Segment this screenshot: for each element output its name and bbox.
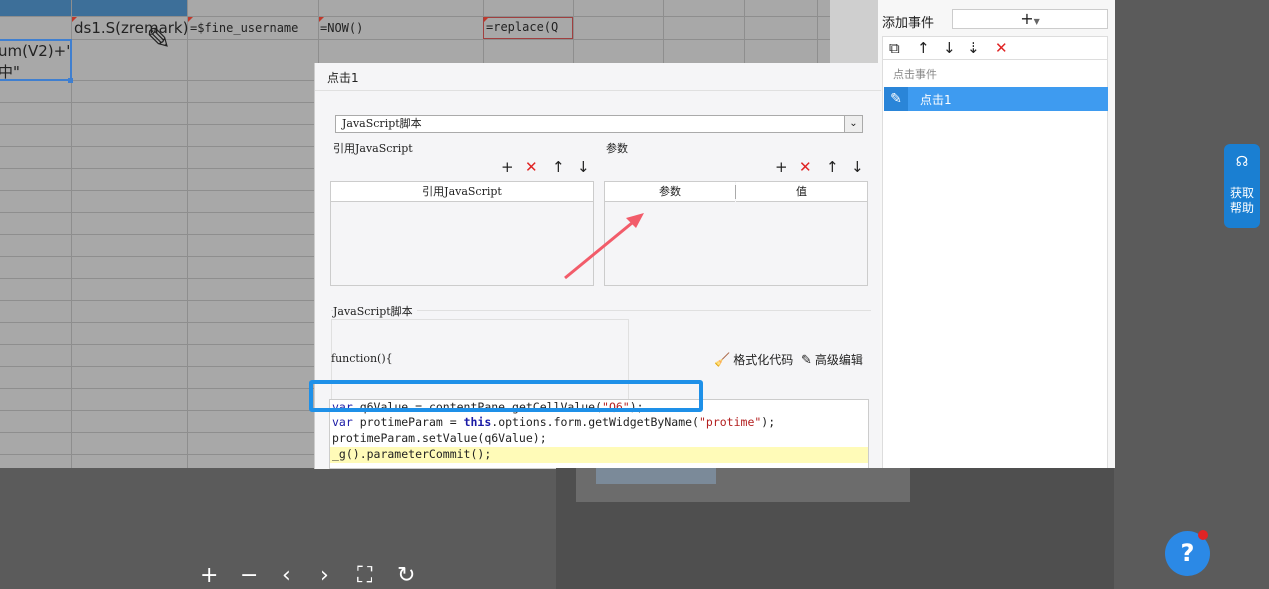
fit-screen-icon[interactable]: ⛶	[357, 565, 372, 587]
add-icon[interactable]: +	[775, 160, 788, 175]
headset-icon: ☊	[1235, 154, 1249, 170]
arrow-up-icon[interactable]: ↑	[917, 39, 930, 57]
move-bottom-icon[interactable]: ⇣	[967, 39, 980, 57]
arrow-down-icon[interactable]: ↓	[943, 39, 956, 57]
arrow-up-icon[interactable]: ↑	[552, 160, 565, 175]
ref-js-column-header: 引用JavaScript	[331, 182, 593, 202]
divider	[315, 90, 881, 91]
add-event-button[interactable]: +▼	[952, 9, 1108, 29]
edit-icon: ✎	[801, 353, 812, 368]
cell-now[interactable]: =NOW()	[320, 21, 363, 35]
event-item-label: 点击1	[920, 93, 952, 107]
get-help-button[interactable]: ☊ 获取帮助	[1224, 144, 1260, 228]
event-type-value: JavaScript脚本	[342, 117, 422, 130]
arrow-down-icon[interactable]: ↓	[577, 160, 590, 175]
notification-dot	[1198, 530, 1208, 540]
delete-icon[interactable]: ✕	[799, 160, 812, 175]
advanced-edit-button[interactable]: ✎ 高级编辑	[801, 351, 863, 368]
broom-icon: 🧹	[714, 353, 731, 368]
copy-icon[interactable]: ⧉	[889, 39, 900, 57]
dialog-title: 点击1	[327, 71, 359, 85]
add-icon[interactable]: +	[501, 160, 514, 175]
chevron-down-icon[interactable]: ⌄	[844, 116, 862, 132]
param-column-header: 参数	[605, 182, 735, 202]
grid-line	[0, 39, 830, 40]
ref-js-section-label: 引用JavaScript	[333, 142, 413, 155]
event-panel: 添加事件 +▼ ⧉ ↑ ↓ ⇣ ✕ 点击事件 ✎ 点击1	[878, 0, 1115, 468]
cell-ds1-remark[interactable]: ds1.S(zremark)	[74, 19, 188, 37]
arrow-down-icon[interactable]: ↓	[851, 160, 864, 175]
arrow-up-icon[interactable]: ↑	[826, 160, 839, 175]
event-panel-title: 添加事件	[882, 16, 935, 31]
sheet-column-header-rest	[188, 0, 830, 16]
code-line-current: _g().parameterCommit();	[330, 447, 868, 463]
js-section-label: JavaScript脚本	[333, 303, 417, 319]
value-column-header: 值	[736, 182, 867, 202]
delete-icon[interactable]: ✕	[995, 39, 1008, 57]
cell-replace[interactable]: =replace(Q	[486, 20, 558, 34]
format-code-label: 格式化代码	[733, 353, 794, 367]
next-icon[interactable]: ›	[320, 565, 329, 587]
event-type-select[interactable]: JavaScript脚本 ⌄	[335, 115, 863, 133]
delete-icon[interactable]: ✕	[525, 160, 538, 175]
edit-icon: ✎	[884, 87, 908, 111]
previous-icon[interactable]: ‹	[282, 565, 291, 587]
cell-fine-username[interactable]: =$fine_username	[190, 21, 298, 35]
advanced-edit-label: 高级编辑	[814, 353, 863, 367]
zoom-in-icon[interactable]: +	[200, 565, 218, 587]
chevron-down-icon: ▼	[1033, 17, 1040, 26]
format-code-button[interactable]: 🧹 格式化代码	[714, 351, 793, 368]
sheet-column-header	[0, 0, 188, 16]
event-toolbar: ⧉ ↑ ↓ ⇣ ✕	[882, 36, 1108, 60]
grid-line	[0, 16, 830, 17]
highlight-box	[309, 380, 703, 412]
cell-selection	[0, 39, 72, 81]
add-event-label: +	[1020, 9, 1034, 28]
annotation-arrow	[564, 213, 644, 280]
zoom-out-icon[interactable]: −	[240, 565, 258, 587]
code-line: protimeParam.setValue(q6Value);	[332, 431, 547, 445]
thumbnail	[596, 468, 716, 484]
params-section-label: 参数	[606, 142, 628, 155]
fill-handle[interactable]	[68, 78, 73, 83]
rotate-icon[interactable]: ↻	[397, 565, 415, 587]
event-list-header: 点击事件	[893, 68, 937, 81]
pencil-icon: ✎	[146, 22, 172, 57]
event-list: 点击事件 ✎ 点击1	[882, 60, 1108, 468]
code-line: var protimeParam = this.options.form.get…	[332, 415, 776, 429]
function-header: function(){	[331, 352, 393, 365]
event-item[interactable]: ✎ 点击1	[884, 87, 1108, 111]
get-help-label: 获取帮助	[1230, 186, 1255, 215]
ref-js-table[interactable]: 引用JavaScript	[330, 181, 594, 286]
